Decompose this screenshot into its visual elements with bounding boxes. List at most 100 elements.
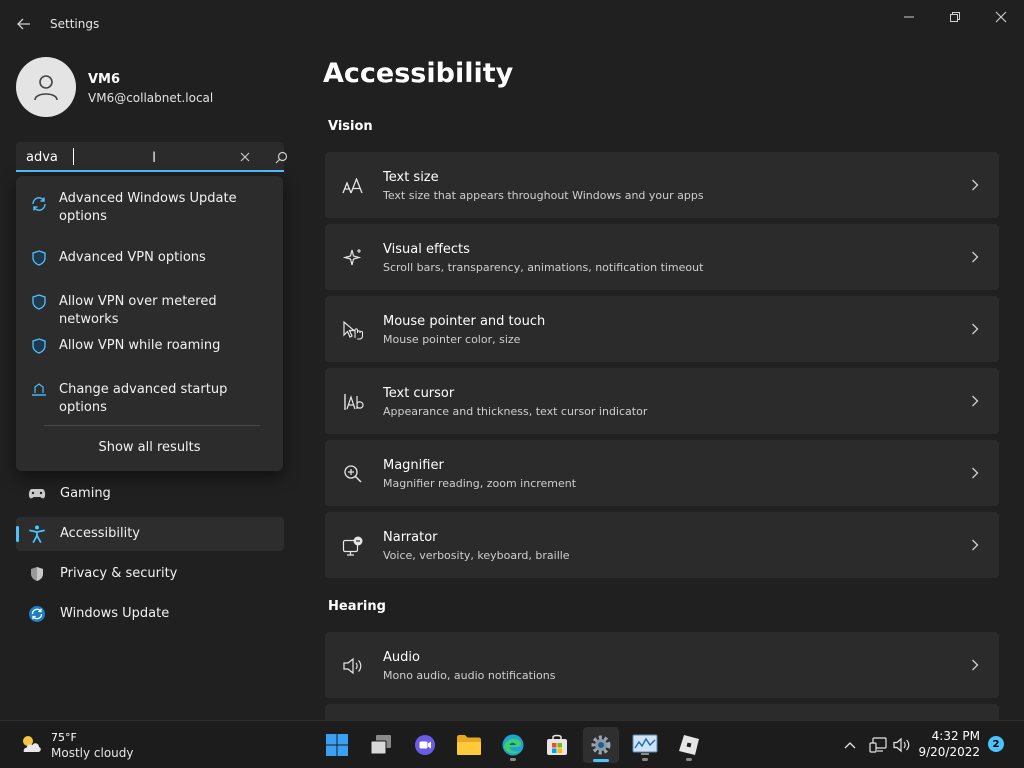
suggestion-item[interactable]: Advanced VPN options (16, 249, 283, 269)
chevron-right-icon (969, 465, 981, 481)
nav-item-label: Privacy & security (60, 566, 178, 581)
search-suggestions: Advanced Windows Update options Advanced… (16, 176, 283, 471)
app-title: Settings (50, 17, 100, 31)
restore-icon (950, 12, 960, 22)
close-button[interactable] (978, 4, 1024, 30)
card-description: Appearance and thickness, text cursor in… (383, 405, 648, 418)
network-button[interactable] (868, 735, 888, 755)
section-title-hearing: Hearing (328, 599, 386, 614)
store-button[interactable] (539, 727, 575, 763)
card-description: Voice, verbosity, keyboard, braille (383, 549, 570, 562)
speaker-icon (342, 655, 364, 677)
file-explorer-icon (457, 735, 481, 755)
suggestion-label: Advanced Windows Update options (59, 191, 237, 224)
settings-icon (591, 735, 611, 755)
shield-icon (30, 293, 48, 311)
search-box[interactable]: I (16, 142, 287, 172)
close-icon (995, 11, 1007, 23)
card-title: Text cursor (383, 386, 455, 401)
clock-date[interactable]: 9/20/2022 (916, 745, 980, 759)
card-text-cursor[interactable]: Text cursor Appearance and thickness, te… (325, 368, 999, 434)
show-hidden-icons-button[interactable] (840, 735, 860, 755)
chevron-up-icon (844, 742, 856, 749)
running-indicator (642, 758, 648, 761)
store-icon (547, 734, 567, 755)
file-explorer-button[interactable] (451, 727, 487, 763)
clock-time[interactable]: 4:32 PM (924, 729, 980, 743)
partly-cloudy-icon[interactable] (18, 732, 44, 756)
minimize-button[interactable] (886, 4, 932, 30)
start-button[interactable] (319, 727, 355, 763)
card-text-size[interactable]: Text size Text size that appears through… (325, 152, 999, 218)
start-icon (326, 734, 348, 756)
minimize-icon (904, 16, 914, 18)
card-description: Scroll bars, transparency, animations, n… (383, 261, 704, 274)
notification-badge[interactable]: 2 (988, 736, 1004, 752)
clear-search-button[interactable] (234, 148, 256, 166)
search-button[interactable] (270, 148, 292, 166)
weather-description: Mostly cloudy (51, 746, 134, 760)
search-input[interactable] (26, 147, 206, 167)
sync-icon (30, 195, 48, 213)
running-indicator (686, 758, 692, 761)
shield-icon (28, 565, 46, 583)
nav-item-gaming[interactable]: Gaming (16, 477, 284, 511)
nav-item-windows-update[interactable]: Windows Update (16, 597, 284, 631)
card-magnifier[interactable]: Magnifier Magnifier reading, zoom increm… (325, 440, 999, 506)
edge-icon (502, 734, 524, 756)
chevron-right-icon (969, 321, 981, 337)
narrator-icon (342, 535, 364, 557)
suggestion-item[interactable]: Allow VPN while roaming (16, 337, 283, 357)
gamepad-icon (28, 485, 46, 503)
card-title: Mouse pointer and touch (383, 314, 546, 329)
title-bar: Settings (0, 0, 1024, 48)
sparkle-icon (342, 247, 364, 269)
card-mouse-pointer-touch[interactable]: Mouse pointer and touch Mouse pointer co… (325, 296, 999, 362)
card-partial[interactable] (325, 704, 999, 720)
active-indicator (16, 526, 19, 542)
network-icon (869, 737, 887, 753)
active-app-indicator (593, 759, 609, 762)
card-title: Text size (383, 170, 439, 185)
card-narrator[interactable]: Narrator Voice, verbosity, keyboard, bra… (325, 512, 999, 578)
text-caret (73, 148, 74, 165)
roblox-icon (679, 735, 699, 755)
nav-item-accessibility[interactable]: Accessibility (16, 517, 284, 551)
suggestion-item[interactable]: Allow VPN over metered networks (16, 293, 283, 327)
card-description: Mouse pointer color, size (383, 333, 521, 346)
back-button[interactable] (12, 12, 36, 36)
magnifier-icon (342, 463, 364, 485)
running-indicator (510, 758, 516, 761)
taskbar: 75°F Mostly cloudy 4:32 PM 9/20/2022 2 (0, 720, 1024, 768)
performance-monitor-button[interactable] (627, 727, 663, 763)
chevron-right-icon (969, 657, 981, 673)
show-all-results-button[interactable]: Show all results (16, 440, 283, 455)
volume-button[interactable] (892, 735, 912, 755)
avatar[interactable] (16, 57, 76, 117)
suggestion-label: Change advanced startup options (59, 382, 228, 415)
card-audio[interactable]: Audio Mono audio, audio notifications (325, 632, 999, 698)
suggestion-item[interactable]: Change advanced startup options (16, 381, 283, 415)
card-title: Audio (383, 650, 420, 665)
maximize-button[interactable] (932, 4, 978, 30)
nav-item-label: Accessibility (60, 526, 140, 541)
edge-button[interactable] (495, 727, 531, 763)
close-icon (240, 152, 250, 162)
user-name: VM6 (88, 72, 121, 87)
roblox-button[interactable] (671, 727, 707, 763)
card-visual-effects[interactable]: Visual effects Scroll bars, transparency… (325, 224, 999, 290)
suggestion-item[interactable]: Advanced Windows Update options (16, 190, 283, 230)
task-view-button[interactable] (363, 727, 399, 763)
shield-icon (30, 249, 48, 267)
section-title-vision: Vision (328, 119, 373, 134)
chat-button[interactable] (407, 727, 443, 763)
card-title: Narrator (383, 530, 438, 545)
back-arrow-icon (17, 18, 30, 30)
suggestion-label: Allow VPN while roaming (59, 338, 221, 353)
nav-item-privacy-security[interactable]: Privacy & security (16, 557, 284, 591)
pointer-icon (342, 319, 364, 341)
chevron-right-icon (969, 177, 981, 193)
chevron-right-icon (969, 537, 981, 553)
settings-button[interactable] (583, 727, 619, 763)
chevron-right-icon (969, 249, 981, 265)
